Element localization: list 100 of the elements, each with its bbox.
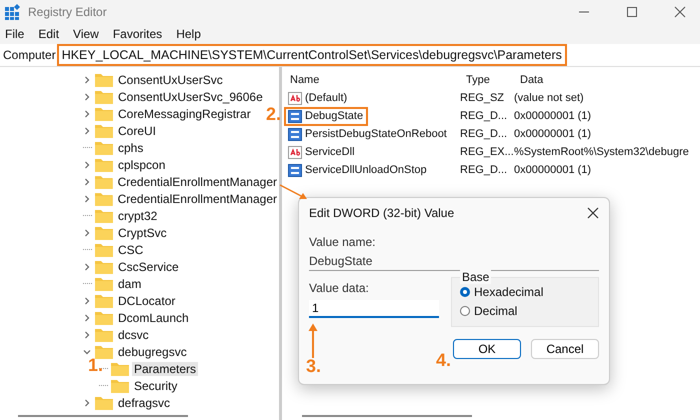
folder-icon: [95, 124, 113, 138]
tree-item[interactable]: debugregsvc: [116, 344, 189, 358]
cancel-button[interactable]: Cancel: [531, 339, 599, 359]
value-name[interactable]: (Default): [284, 88, 352, 108]
tree-item[interactable]: CryptSvc: [116, 226, 169, 240]
tree-item[interactable]: dcsvc: [116, 328, 151, 342]
binary-value-icon: [288, 110, 302, 122]
menu-item[interactable]: Favorites: [112, 27, 162, 41]
tree-item[interactable]: DcomLaunch: [116, 310, 191, 324]
folder-icon: [94, 192, 113, 206]
chevron-right-icon[interactable]: [83, 314, 91, 322]
scrollbar-thumb[interactable]: [18, 415, 188, 417]
close-icon[interactable]: [674, 6, 686, 18]
folder-icon: [95, 260, 113, 274]
tree-item[interactable]: dam: [116, 276, 144, 290]
value-data-field[interactable]: 1: [309, 300, 439, 318]
chevron-right-icon[interactable]: [83, 228, 91, 236]
value-data: 0x00000001 (1): [514, 164, 592, 176]
ok-button[interactable]: OK: [453, 339, 521, 359]
dialog-title: Edit DWORD (32-bit) Value: [309, 206, 454, 220]
tree-item[interactable]: ConsentUxUserSvc: [116, 72, 225, 86]
tree-item[interactable]: DCLocator: [116, 294, 178, 308]
tree-item[interactable]: CscService: [116, 260, 181, 274]
string-value-icon: [288, 92, 302, 104]
tree-item[interactable]: Parameters: [132, 362, 198, 376]
folder-icon: [95, 90, 113, 104]
field-label: Value name:: [309, 235, 376, 249]
tree-item[interactable]: CoreUI: [116, 124, 158, 138]
menu-item[interactable]: Help: [176, 27, 201, 41]
chevron-right-icon[interactable]: [83, 92, 91, 100]
folder-icon: [94, 174, 113, 188]
address-field[interactable]: HKEY_LOCAL_MACHINE\SYSTEM\CurrentControlSet\Services\debugregsvc\Parameters: [56, 44, 567, 66]
folder-icon: [95, 396, 113, 410]
scrollbar-thumb[interactable]: [302, 415, 472, 417]
window-title: Registry Editor: [28, 5, 107, 19]
tree-item[interactable]: cphs: [116, 140, 146, 154]
step-number: 2.: [266, 104, 282, 125]
chevron-down-icon[interactable]: [83, 348, 91, 356]
column-header[interactable]: Data: [514, 74, 544, 86]
field-label: Value data:: [309, 281, 370, 295]
step-number: 3.: [306, 356, 322, 377]
radio-button[interactable]: [460, 286, 470, 296]
folder-icon: [95, 242, 113, 256]
folder-icon: [111, 362, 129, 376]
chevron-right-icon[interactable]: [83, 160, 91, 168]
column-header[interactable]: Name: [284, 74, 460, 86]
value-type: REG_D...: [460, 164, 508, 176]
tree-item[interactable]: Security: [132, 378, 180, 392]
folder-icon: [95, 328, 113, 342]
value-type: REG_D...: [460, 128, 508, 140]
tree-item[interactable]: CredentialEnrollmentManager: [116, 174, 279, 188]
tree-item[interactable]: CSC: [116, 242, 146, 256]
folder-icon: [95, 208, 113, 222]
address-prefix: Computer: [3, 48, 56, 62]
chevron-right-icon[interactable]: [83, 76, 91, 84]
folder-icon: [95, 158, 113, 172]
value-data: (value not set): [514, 92, 584, 104]
folder-icon: [95, 140, 113, 154]
folder-icon: [95, 344, 113, 358]
folder-icon: [95, 294, 113, 308]
chevron-right-icon[interactable]: [83, 296, 91, 304]
chevron-right-icon[interactable]: [83, 110, 91, 118]
maximize-icon[interactable]: [626, 6, 638, 18]
arrow: [308, 324, 318, 358]
chevron-right-icon[interactable]: [83, 262, 91, 270]
step-number: 4.: [436, 350, 452, 371]
radio-label[interactable]: Hexadecimal: [474, 284, 544, 298]
tree-item[interactable]: crypt32: [116, 208, 160, 222]
value-name[interactable]: DebugState: [284, 106, 368, 126]
value-data: 0x00000001 (1): [514, 110, 592, 122]
radio-label[interactable]: Decimal: [474, 304, 518, 318]
value-name[interactable]: PersistDebugStateOnReboot: [284, 124, 452, 144]
chevron-right-icon[interactable]: [83, 126, 91, 134]
chevron-right-icon[interactable]: [83, 194, 91, 202]
chevron-right-icon[interactable]: [83, 178, 91, 186]
string-value-icon: [288, 146, 302, 158]
value-type: REG_SZ: [460, 92, 506, 104]
close-icon[interactable]: [587, 207, 599, 219]
menu-item[interactable]: View: [73, 27, 99, 41]
value-name[interactable]: ServiceDll: [284, 142, 360, 162]
value-type: REG_D...: [460, 110, 508, 122]
tree-item[interactable]: defragsvc: [116, 396, 172, 410]
arrow: [280, 184, 307, 199]
binary-value-icon: [288, 164, 302, 176]
step-number: 1.: [88, 355, 104, 376]
menu-item[interactable]: Edit: [38, 27, 60, 41]
column-header[interactable]: Type: [460, 74, 514, 86]
menu-item[interactable]: File: [5, 27, 24, 41]
tree-item[interactable]: cplspcon: [116, 158, 168, 172]
tree-item[interactable]: CoreMessagingRegistrar: [116, 106, 253, 120]
chevron-right-icon[interactable]: [83, 330, 91, 338]
radio-button[interactable]: [460, 306, 470, 316]
tree-item[interactable]: CredentialEnrollmentManager: [116, 192, 279, 206]
tree-line: [99, 385, 108, 386]
value-name[interactable]: ServiceDllUnloadOnStop: [284, 160, 432, 180]
tree-item[interactable]: ConsentUxUserSvc_9606e: [116, 90, 265, 104]
chevron-right-icon[interactable]: [83, 398, 91, 406]
group-label: Base: [460, 270, 492, 284]
value-data: 0x00000001 (1): [514, 128, 592, 140]
folder-icon: [111, 378, 129, 392]
